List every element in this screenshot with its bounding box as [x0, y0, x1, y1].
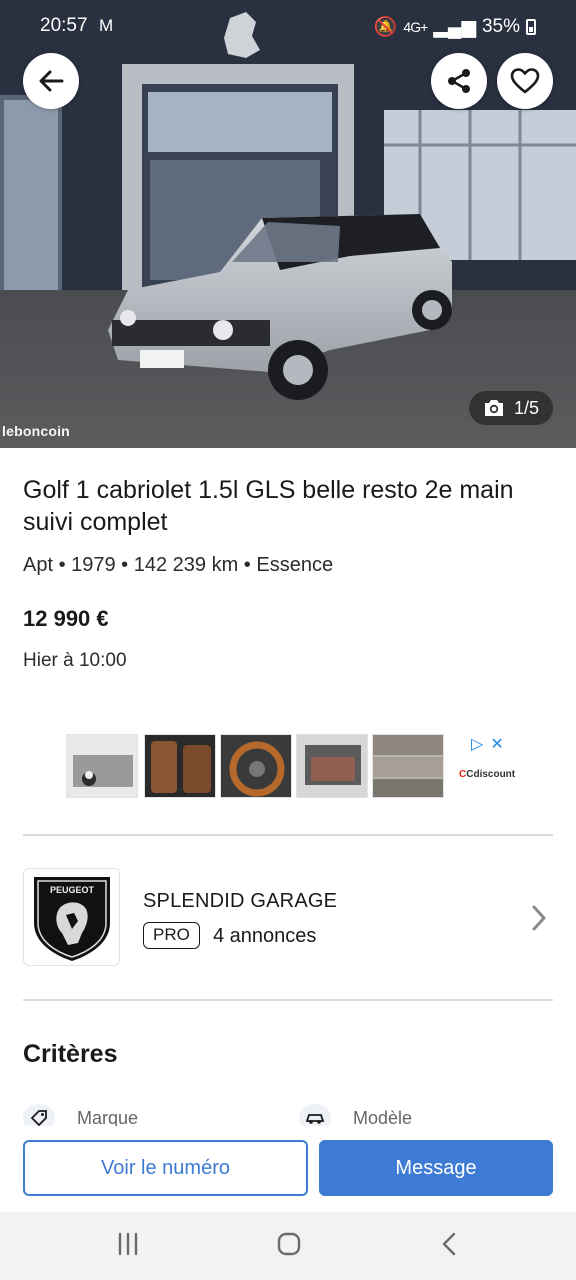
action-bar: Voir le numéro Message — [0, 1126, 576, 1212]
seller-logo-text: PEUGEOT — [49, 885, 94, 895]
back-button[interactable] — [23, 53, 79, 109]
show-phone-button[interactable]: Voir le numéro — [23, 1140, 308, 1196]
seller-logo: PEUGEOT — [23, 868, 120, 966]
criteria-title: Critères — [23, 1040, 118, 1068]
status-time: 20:57 — [40, 15, 88, 36]
ad-brand-text: Cdiscount — [466, 769, 516, 780]
criteria-item-brand: Marque — [23, 1104, 138, 1126]
seller-ads-count: 4 annonces — [213, 925, 317, 947]
criteria-label: Marque — [77, 1108, 139, 1126]
divider — [23, 999, 553, 1001]
gmail-icon: M — [99, 16, 114, 35]
status-bar: 20:57 M 🔕 4G+ ▂▄▆ 35% — [0, 0, 576, 54]
listing-photo[interactable]: 20:57 M 🔕 4G+ ▂▄▆ 35% leboncoin 1/5 — [0, 0, 576, 448]
home-icon[interactable] — [277, 1232, 301, 1256]
close-icon[interactable]: ✕ — [490, 734, 503, 754]
network-icon: 4G+ — [403, 19, 428, 35]
favorite-button[interactable] — [497, 53, 553, 109]
battery-percent: 35% — [481, 16, 520, 37]
criteria-item-model: Modèle — [299, 1104, 412, 1126]
mute-icon: 🔕 — [373, 17, 398, 38]
signal-icon: ▂▄▆ — [433, 16, 476, 38]
car-icon — [299, 1104, 331, 1126]
ad-thumbnail[interactable] — [66, 734, 138, 798]
ad-thumbnail[interactable] — [144, 734, 216, 798]
criteria-label: Modèle — [353, 1108, 413, 1126]
ad-thumbnail[interactable] — [372, 734, 444, 798]
seller-card[interactable]: PEUGEOT SPLENDID GARAGE PRO 4 annonces — [23, 868, 553, 966]
battery-icon — [526, 19, 536, 35]
divider — [23, 834, 553, 836]
seller-name[interactable]: SPLENDID GARAGE — [143, 890, 337, 913]
ad-thumbnail[interactable] — [220, 734, 292, 798]
adchoices-icon[interactable]: ▷ — [471, 734, 483, 754]
tag-icon — [23, 1104, 55, 1126]
ad-thumbnail[interactable] — [296, 734, 368, 798]
car-photo — [0, 0, 576, 448]
listing-specs: Apt • 1979 • 142 239 km • Essence — [23, 554, 334, 576]
system-navigation-bar — [0, 1212, 576, 1280]
camera-icon — [484, 400, 503, 416]
listing-title: Golf 1 cabriolet 1.5l GLS belle resto 2e… — [23, 476, 514, 536]
ad-choices[interactable]: ▷ ✕ — [471, 734, 504, 754]
share-icon — [448, 69, 470, 93]
listing-date: Hier à 10:00 — [23, 650, 127, 671]
watermark: leboncoin — [2, 423, 70, 439]
photo-counter[interactable]: 1/5 — [469, 391, 553, 425]
photo-counter-text: 1/5 — [513, 397, 540, 418]
listing-price: 12 990 € — [23, 606, 109, 631]
status-indicators: 🔕 4G+ ▂▄▆ 35% — [374, 15, 536, 39]
sponsored-ad[interactable]: ▷ ✕ CCdiscount — [66, 734, 516, 800]
share-button[interactable] — [431, 53, 487, 109]
back-nav-icon[interactable] — [440, 1232, 460, 1256]
pro-badge: PRO — [143, 922, 200, 949]
arrow-left-icon — [39, 70, 64, 92]
chevron-right-icon[interactable] — [531, 904, 547, 932]
message-button[interactable]: Message — [319, 1140, 553, 1196]
ad-brand: CCdiscount — [459, 769, 516, 780]
peugeot-shield-icon: PEUGEOT — [33, 877, 110, 961]
heart-icon — [510, 68, 540, 94]
recent-apps-icon[interactable] — [116, 1232, 140, 1256]
